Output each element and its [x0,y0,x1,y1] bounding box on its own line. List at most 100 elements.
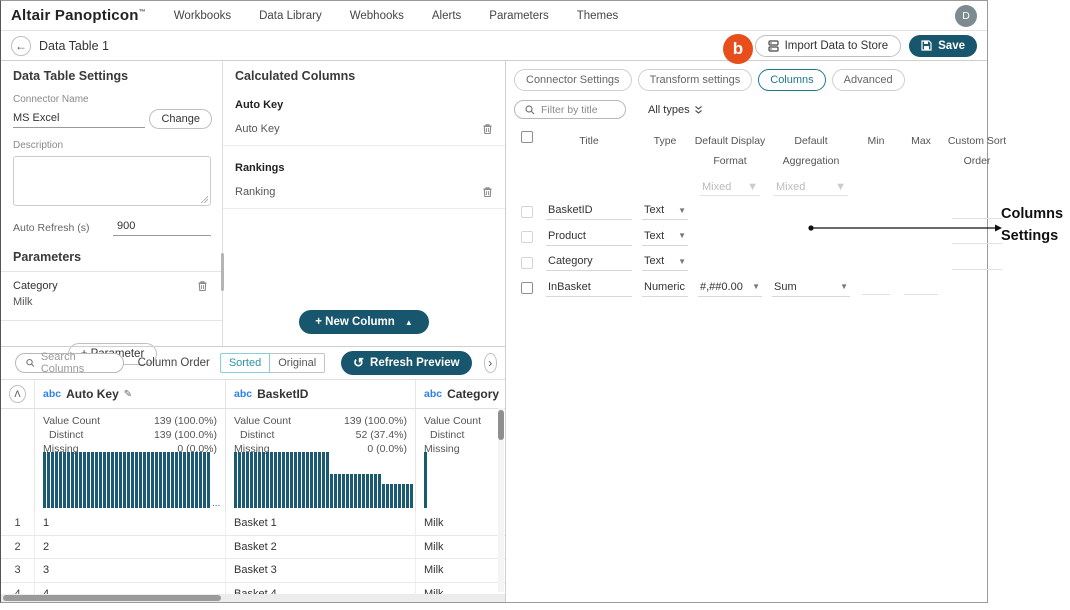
max-field[interactable] [904,281,938,295]
page-toolbar: ← Data Table 1 b Import Data to Store Sa… [1,31,987,61]
mixed-format-dropdown[interactable]: Mixed▼ [700,180,760,196]
change-connector-button[interactable]: Change [149,109,212,129]
histogram-bar [83,452,86,508]
connector-name-value[interactable]: MS Excel [13,110,145,128]
row-number: 2 [1,536,35,559]
edit-pencil-icon[interactable]: ✎ [124,389,132,400]
auto-refresh-input[interactable]: 900 [113,219,211,236]
import-data-button[interactable]: Import Data to Store [755,35,902,57]
min-field[interactable] [862,281,890,295]
cell-auto-key: 1 [35,512,226,535]
row-number: 1 [1,512,35,535]
trash-icon[interactable] [482,123,493,135]
row-checkbox[interactable] [521,257,533,269]
mixed-aggregation-dropdown[interactable]: Mixed▼ [774,180,848,196]
back-button[interactable]: ← [11,36,31,56]
histogram-bar [135,452,138,508]
refresh-preview-button[interactable]: ↺ Refresh Preview [341,351,471,375]
histogram-bar [424,452,427,508]
order-option-sorted[interactable]: Sorted [220,353,270,373]
preview-section: Search Columns Column Order SortedOrigin… [1,346,505,602]
column-order-toggle: SortedOriginal [220,353,325,373]
table-row[interactable]: 33Basket 3Milk [1,559,505,583]
stat-label: Value Count [234,414,291,428]
expand-right-button[interactable]: › [484,353,497,373]
histogram-bar [298,452,301,508]
column-title-field[interactable]: InBasket [546,280,632,297]
type-filter-dropdown[interactable]: All types [648,104,703,116]
tab-transform-settings[interactable]: Transform settings [638,69,753,91]
stats-auto-key: Value Count139 (100.0%)Distinct139 (100.… [35,409,226,512]
column-type-dropdown[interactable]: Text▼ [642,203,688,220]
histogram-bar [394,484,397,508]
description-textarea[interactable] [13,156,211,206]
row-checkbox[interactable] [521,206,533,218]
tab-advanced[interactable]: Advanced [832,69,905,91]
cell-category: Milk [416,536,505,559]
order-option-original[interactable]: Original [270,353,325,373]
table-row[interactable]: 22Basket 2Milk [1,536,505,560]
collapse-cell: ᐱ [1,380,35,408]
histogram-bar [63,452,66,508]
histogram-bar [310,452,313,508]
search-columns-input[interactable]: Search Columns [15,353,124,373]
column-title-field[interactable]: Category [546,254,632,271]
nav-item-workbooks[interactable]: Workbooks [174,10,231,22]
columns-filter-row: Filter by title All types [514,100,979,119]
tab-connector-settings[interactable]: Connector Settings [514,69,632,91]
nav-item-parameters[interactable]: Parameters [489,10,548,22]
histogram-bar [322,452,325,508]
calc-group-rankings: Rankings [223,162,505,174]
caret-up-icon: ▲ [405,318,413,327]
tab-columns[interactable]: Columns [758,69,825,91]
cell-category: Milk [416,512,505,535]
new-column-button[interactable]: + New Column ▲ [299,310,428,334]
brand-logo: Altair Panopticon™ [11,7,146,24]
histogram-bar [410,484,413,508]
user-avatar[interactable]: D [955,5,977,27]
column-type-dropdown[interactable]: Text▼ [642,254,688,271]
table-row[interactable]: 11Basket 1Milk [1,512,505,536]
histogram-bar [314,452,317,508]
select-all-checkbox[interactable] [521,131,533,143]
preview-horizontal-scrollbar[interactable] [1,594,505,602]
histogram-bar [127,452,130,508]
format-dropdown[interactable]: #,##0.00▼ [698,280,762,297]
histogram-bar [159,452,162,508]
trash-icon[interactable] [197,280,208,308]
trash-icon[interactable] [482,186,493,198]
calc-item-auto-key[interactable]: Auto Key [223,123,505,146]
aggregation-dropdown[interactable]: Sum▼ [772,280,850,297]
nav-item-themes[interactable]: Themes [577,10,619,22]
histogram-bar [318,452,321,508]
parameter-item[interactable]: CategoryMilk [13,280,212,308]
histogram-bar [87,452,90,508]
histogram-bar [147,452,150,508]
collapse-preview-button[interactable]: ᐱ [9,385,26,403]
column-row-inbasket: InBasket Numeric #,##0.00▼ Sum▼ [514,276,979,302]
save-button[interactable]: Save [909,35,977,57]
column-title-field[interactable]: Product [546,229,632,246]
page-title: Data Table 1 [39,39,109,53]
preview-vertical-scrollbar[interactable] [498,408,504,592]
custom-sort-field[interactable] [952,205,1002,219]
histogram-bar [199,452,202,508]
chevron-up-icon: ᐱ [14,389,20,399]
filter-by-title-input[interactable]: Filter by title [514,100,626,119]
row-checkbox[interactable] [521,282,533,294]
parameter-name: Category [13,280,197,292]
nav-item-webhooks[interactable]: Webhooks [350,10,404,22]
column-title-field[interactable]: BasketID [546,203,632,220]
column-type-dropdown[interactable]: Text▼ [642,229,688,246]
calc-item-ranking[interactable]: Ranking [223,186,505,209]
histogram-bar [358,474,361,508]
cell-auto-key: 2 [35,536,226,559]
row-checkbox[interactable] [521,231,533,243]
column-type-dropdown[interactable]: Numeric [642,280,688,297]
custom-sort-field[interactable] [952,256,1002,270]
histogram-bar [354,474,357,508]
nav-item-alerts[interactable]: Alerts [432,10,461,22]
column-type-tag: abc [424,388,442,400]
nav-item-data-library[interactable]: Data Library [259,10,322,22]
histogram-bar [274,452,277,508]
